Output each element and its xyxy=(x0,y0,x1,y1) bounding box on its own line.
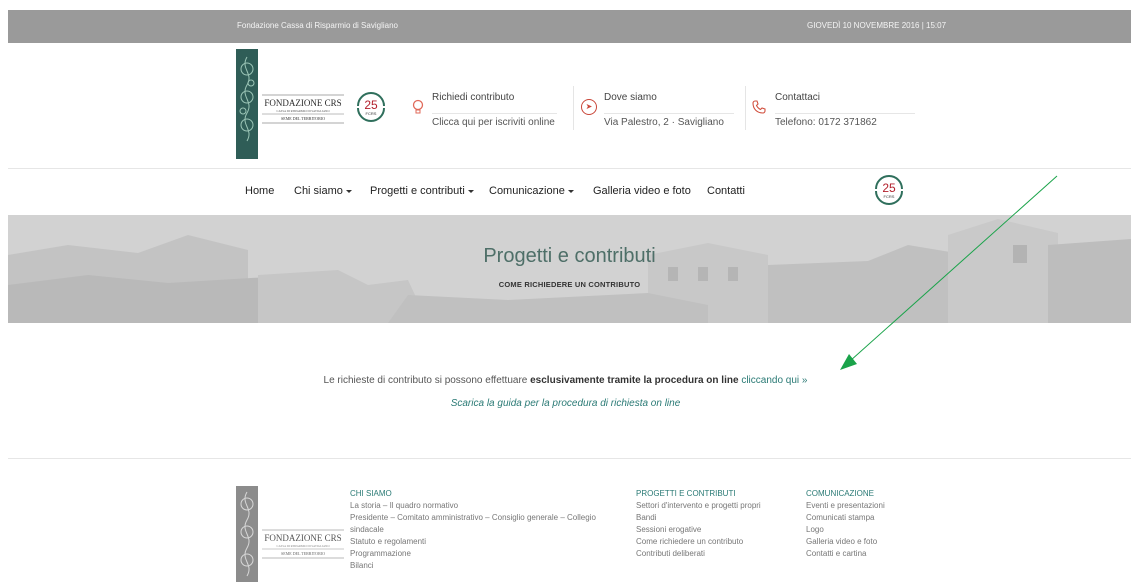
footer-link[interactable]: Eventi e presentazioni xyxy=(806,500,916,512)
svg-text:FCRS: FCRS xyxy=(884,194,895,199)
logo-line2: CASSA DI RISPARMIO DI SAVIGLIANO xyxy=(276,109,330,113)
nav-progetti-label: Progetti e contributi xyxy=(370,185,465,197)
footer-heading[interactable]: CHI SIAMO xyxy=(350,488,615,500)
footer-link[interactable]: Galleria video e foto xyxy=(806,536,916,548)
logo-motto: SEME DEL TERRITORIO xyxy=(281,116,325,121)
nav-chi-siamo-label: Chi siamo xyxy=(294,185,343,197)
logo-name: FONDAZIONE CRS xyxy=(264,98,341,108)
svg-text:CASSA DI RISPARMIO DI SAVIGLIA: CASSA DI RISPARMIO DI SAVIGLIANO xyxy=(276,544,330,548)
footer-link[interactable]: Programmazione xyxy=(350,548,615,560)
top-bar: Fondazione Cassa di Risparmio di Savigli… xyxy=(8,10,1131,43)
footer-chi-siamo: CHI SIAMO La storia – Il quadro normativ… xyxy=(350,488,615,572)
footer-link[interactable]: Bilanci xyxy=(350,560,615,572)
phone-icon xyxy=(752,100,766,117)
download-guide-link[interactable]: Scarica la guida per la procedura di ric… xyxy=(0,398,1131,409)
nav-comunicazione-label: Comunicazione xyxy=(489,185,565,197)
footer-link[interactable]: Comunicati stampa xyxy=(806,512,916,524)
svg-text:25: 25 xyxy=(364,98,378,112)
instructions-bold: esclusivamente tramite la procedura on l… xyxy=(530,375,739,386)
anniversary-badge-nav: 25 FCRS xyxy=(875,175,903,205)
fondazione-logo[interactable]: FONDAZIONE CRS CASSA DI RISPARMIO DI SAV… xyxy=(236,49,346,159)
footer-logo[interactable]: FONDAZIONE CRS CASSA DI RISPARMIO DI SAV… xyxy=(236,486,346,582)
page-subtitle: COME RICHIEDERE UN CONTRIBUTO xyxy=(498,280,641,289)
location-label: Dove siamo xyxy=(604,92,657,103)
request-contribution-block[interactable]: Richiedi contributo Clicca qui per iscri… xyxy=(432,92,557,128)
header-divider xyxy=(8,168,1131,169)
footer-link[interactable]: Logo xyxy=(806,524,916,536)
footer-link[interactable]: Contatti e cartina xyxy=(806,548,916,560)
footer-comunicazione: COMUNICAZIONE Eventi e presentazioni Com… xyxy=(806,488,916,560)
footer-link[interactable]: Contributi deliberati xyxy=(636,548,786,560)
svg-text:25: 25 xyxy=(882,181,896,195)
footer-link[interactable]: Statuto e regolamenti xyxy=(350,536,615,548)
svg-text:SEME DEL TERRITORIO: SEME DEL TERRITORIO xyxy=(281,551,325,556)
click-here-link[interactable]: cliccando qui » xyxy=(741,375,807,386)
footer-heading[interactable]: COMUNICAZIONE xyxy=(806,488,916,500)
footer-link[interactable]: Come richiedere un contributo xyxy=(636,536,786,548)
nav-galleria[interactable]: Galleria video e foto xyxy=(593,185,691,197)
anniversary-badge: 25 FCRS xyxy=(357,92,385,122)
current-date: GIOVEDÌ 10 NOVEMBRE 2016 | 15:07 xyxy=(807,21,947,30)
footer-heading[interactable]: PROGETTI E CONTRIBUTI xyxy=(636,488,786,500)
footer-link[interactable]: Sessioni erogative xyxy=(636,524,786,536)
hero-banner: Progetti e contributi COME RICHIEDERE UN… xyxy=(8,215,1131,323)
request-contribution-link[interactable]: Clicca qui per iscriviti online xyxy=(432,113,557,128)
divider xyxy=(745,86,746,130)
lightbulb-icon xyxy=(412,99,424,118)
footer-link[interactable]: Bandi xyxy=(636,512,786,524)
contact-phone[interactable]: Telefono: 0172 371862 xyxy=(775,113,915,128)
location-block[interactable]: Dove siamo Via Palestro, 2 · Savigliano xyxy=(604,92,734,128)
nav-chi-siamo[interactable]: Chi siamo xyxy=(294,185,352,197)
chevron-down-icon xyxy=(567,189,574,193)
request-instructions: Le richieste di contributo si possono ef… xyxy=(0,375,1131,386)
contact-label: Contattaci xyxy=(775,92,821,103)
contact-block[interactable]: Contattaci Telefono: 0172 371862 xyxy=(775,92,915,128)
instructions-text: Le richieste di contributo si possono ef… xyxy=(323,375,531,386)
chevron-down-icon xyxy=(467,189,474,193)
location-arrow-icon: ➤ xyxy=(581,99,597,115)
footer-progetti: PROGETTI E CONTRIBUTI Settori d'interven… xyxy=(636,488,786,560)
hero-background-image xyxy=(8,215,1131,323)
footer-link[interactable]: Presidente – Comitato amministrativo – C… xyxy=(350,512,615,536)
nav-contatti[interactable]: Contatti xyxy=(707,185,745,197)
divider xyxy=(573,86,574,130)
nav-progetti-contributi[interactable]: Progetti e contributi xyxy=(370,185,474,197)
nav-comunicazione[interactable]: Comunicazione xyxy=(489,185,574,197)
organization-name: Fondazione Cassa di Risparmio di Savigli… xyxy=(237,21,398,30)
nav-home[interactable]: Home xyxy=(245,185,274,197)
footer-divider xyxy=(8,458,1131,459)
page-title: Progetti e contributi xyxy=(483,245,656,267)
svg-text:FCRS: FCRS xyxy=(366,111,377,116)
chevron-down-icon xyxy=(345,189,352,193)
request-contribution-label[interactable]: Richiedi contributo xyxy=(432,92,557,106)
svg-text:FONDAZIONE CRS: FONDAZIONE CRS xyxy=(264,533,341,543)
footer-link[interactable]: Settori d'intervento e progetti propri xyxy=(636,500,786,512)
location-address[interactable]: Via Palestro, 2 · Savigliano xyxy=(604,113,734,128)
footer-link[interactable]: La storia – Il quadro normativo xyxy=(350,500,615,512)
